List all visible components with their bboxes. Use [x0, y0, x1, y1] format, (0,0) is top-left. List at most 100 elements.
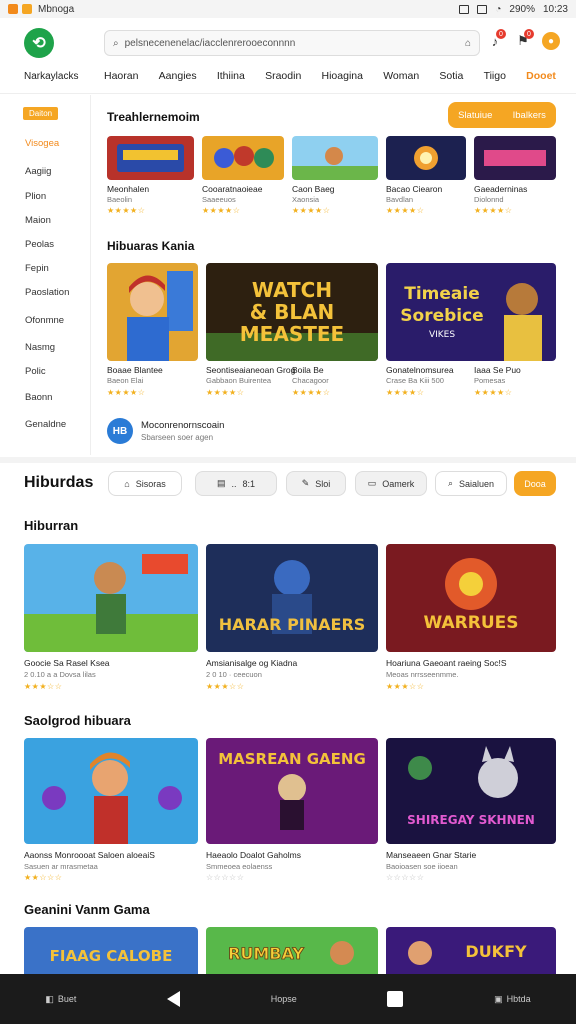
game-title[interactable]: Gaeaderninas — [474, 184, 527, 194]
game-title[interactable]: Boila Be — [292, 365, 324, 375]
game-title[interactable]: Seontiseaianeoan Grog — [206, 365, 295, 375]
nav-item[interactable]: Tiigo — [484, 70, 506, 82]
nav-item[interactable]: Woman — [383, 70, 419, 82]
sidebar-item[interactable]: Plion — [25, 191, 46, 202]
game-thumbnail[interactable] — [292, 136, 378, 180]
filter-title: Hiburdas — [24, 474, 94, 491]
game-thumbnail[interactable]: MASREAN GAENG — [206, 738, 378, 844]
nav-recents-label: Buet — [57, 994, 77, 1004]
sidebar-item[interactable]: Baonn — [25, 392, 52, 403]
game-title[interactable]: Manseaeen Gnar Starie — [386, 850, 476, 860]
camera-search-icon[interactable]: ⌂ — [465, 38, 471, 49]
publisher-row[interactable]: HB Moconrenornscoain Sbarseen soer agen — [107, 418, 224, 444]
game-thumbnail[interactable]: DUKFY — [386, 927, 556, 974]
filter-chip[interactable]: ⌕ Saialuen — [435, 471, 507, 496]
rating-stars: ★★★★☆ — [292, 388, 331, 397]
filter-apply-label: Dooa — [524, 478, 546, 489]
sidebar-item[interactable]: Fepin — [25, 263, 49, 274]
header-actions: ♪ 0 ⚑ 0 ● — [486, 29, 560, 50]
back-icon[interactable] — [167, 991, 181, 1007]
game-thumbnail[interactable]: FIAAG CALOBE — [24, 927, 198, 974]
game-thumbnail[interactable]: HARAR PINAERS — [206, 544, 378, 652]
game-thumbnail[interactable]: WATCH & BLAN MEASTEE — [206, 263, 378, 361]
sidebar-item[interactable]: Peolas — [25, 239, 54, 250]
section-divider — [0, 457, 576, 463]
game-title[interactable]: Iaaa Se Puo — [474, 365, 521, 375]
sidebar-badge[interactable]: Daiton — [23, 107, 59, 120]
game-title[interactable]: Aaonss Monroooat Saloen aloeaiS — [24, 850, 155, 860]
game-title[interactable]: Meonhalen — [107, 184, 149, 194]
game-thumbnail[interactable]: WARRUES — [386, 544, 556, 652]
game-title[interactable]: Boaae Blantee — [107, 365, 163, 375]
game-subtitle: 2 0 10 · ceecuon — [206, 670, 262, 679]
see-all-button[interactable]: Slatuiue Ibalkers — [448, 102, 556, 128]
filter-chip-label: Sloi — [315, 478, 331, 489]
game-thumbnail[interactable] — [24, 738, 198, 844]
sidebar-item[interactable]: Maion — [25, 215, 51, 226]
game-thumbnail[interactable] — [107, 136, 194, 180]
game-thumbnail[interactable] — [202, 136, 284, 180]
rating-stars: ★★★☆☆ — [386, 682, 425, 691]
home-icon[interactable] — [387, 991, 404, 1007]
art-text: FIAAG CALOBE — [50, 947, 173, 965]
filter-chip[interactable]: ✎ Sloi — [286, 471, 346, 496]
game-title[interactable]: Caon Baeg — [292, 184, 335, 194]
game-subtitle: Crase Ba Kiii 500 — [386, 376, 444, 385]
game-thumbnail[interactable] — [24, 544, 198, 652]
game-thumbnail[interactable]: SHIREGAY SKHNEN — [386, 738, 556, 844]
status-bar: Mbnoga ◔ 290% 10:23 — [0, 0, 576, 18]
sidebar-item[interactable]: Genaldne — [25, 419, 66, 430]
notification-icon[interactable]: ♪ 0 — [486, 29, 506, 50]
filter-apply-button[interactable]: Dooa — [514, 471, 556, 496]
nav-item[interactable]: Sotia — [439, 70, 463, 82]
nav-item[interactable]: Aangies — [159, 70, 197, 82]
rating-stars: ☆☆☆☆☆ — [386, 873, 425, 882]
game-title[interactable]: Gonatelnomsurea — [386, 365, 454, 375]
nav-item[interactable]: Sraodin — [265, 70, 301, 82]
art-text: & BLAN — [250, 300, 335, 324]
game-title[interactable]: Bacao Ciearon — [386, 184, 442, 194]
game-title[interactable]: Haeaolo Doalot Gaholms — [206, 850, 301, 860]
art-text: DUKFY — [465, 942, 527, 961]
filter-chip[interactable]: ⌂ Sisoras — [108, 471, 182, 496]
sidebar-item[interactable]: Ofonmne — [25, 315, 64, 326]
nav-item-active[interactable]: Dooet — [526, 70, 556, 82]
filter-chip[interactable]: ▤.. 8:1 — [195, 471, 277, 496]
section-title: Hibuaras Kania — [107, 239, 195, 253]
filter-chip[interactable]: ▭ Oamerk — [355, 471, 427, 496]
search-bar[interactable]: ⌕ pelsnecenenelac/iacclenrerooeconnnn ⌂ — [104, 30, 480, 56]
rating-stars: ★★★★☆ — [202, 206, 241, 215]
recents-icon: ◧ — [45, 993, 54, 1004]
sidebar-item[interactable]: Paoslation — [25, 287, 69, 298]
logo-icon[interactable]: ⟲ — [24, 28, 54, 58]
sidebar-item[interactable]: Polic — [25, 366, 46, 377]
nav-recents[interactable]: ◧ Buet — [45, 994, 76, 1005]
game-thumbnail[interactable] — [107, 263, 198, 361]
game-title[interactable]: Cooaratnaoieae — [202, 184, 263, 194]
see-all-button-label-2: Ibalkers — [512, 109, 546, 121]
game-thumbnail[interactable]: RUMBAY — [206, 927, 378, 974]
nav-right[interactable]: ▣ Hbtda — [494, 994, 531, 1005]
search-input[interactable]: pelsnecenenelac/iacclenrerooeconnnn — [125, 38, 465, 49]
nav-item[interactable]: Haoran — [104, 70, 138, 82]
game-title[interactable]: Hoariuna Gaeoant raeing Soc!S — [386, 658, 507, 668]
publisher-name: Moconrenornscoain — [141, 420, 225, 431]
nav-item[interactable]: Ithiina — [217, 70, 245, 82]
sidebar-item[interactable]: Visogea — [25, 138, 59, 149]
game-title[interactable]: Goocie Sa Rasel Ksea — [24, 658, 110, 668]
rating-stars: ★★★★☆ — [474, 388, 513, 397]
sidebar-item[interactable]: Aagiig — [25, 166, 51, 177]
game-thumbnail[interactable] — [386, 136, 466, 180]
filter-chip-icon: ✎ — [301, 478, 310, 488]
cart-icon[interactable]: ⚑ 0 — [514, 29, 534, 50]
rating-stars: ★★★★☆ — [386, 206, 425, 215]
nav-item[interactable]: Hioagina — [322, 70, 363, 82]
sidebar-item[interactable]: Nasmg — [25, 342, 55, 353]
art-text: HARAR PINAERS — [219, 615, 366, 634]
art-text: MASREAN GAENG — [218, 750, 366, 768]
game-thumbnail[interactable] — [474, 136, 556, 180]
profile-icon[interactable]: ● — [542, 32, 560, 50]
game-title[interactable]: Amsianisalge og Kiadna — [206, 658, 297, 668]
nav-center[interactable]: Hopse — [271, 994, 297, 1004]
game-thumbnail[interactable]: Timeaie Sorebice VIKES — [386, 263, 556, 361]
